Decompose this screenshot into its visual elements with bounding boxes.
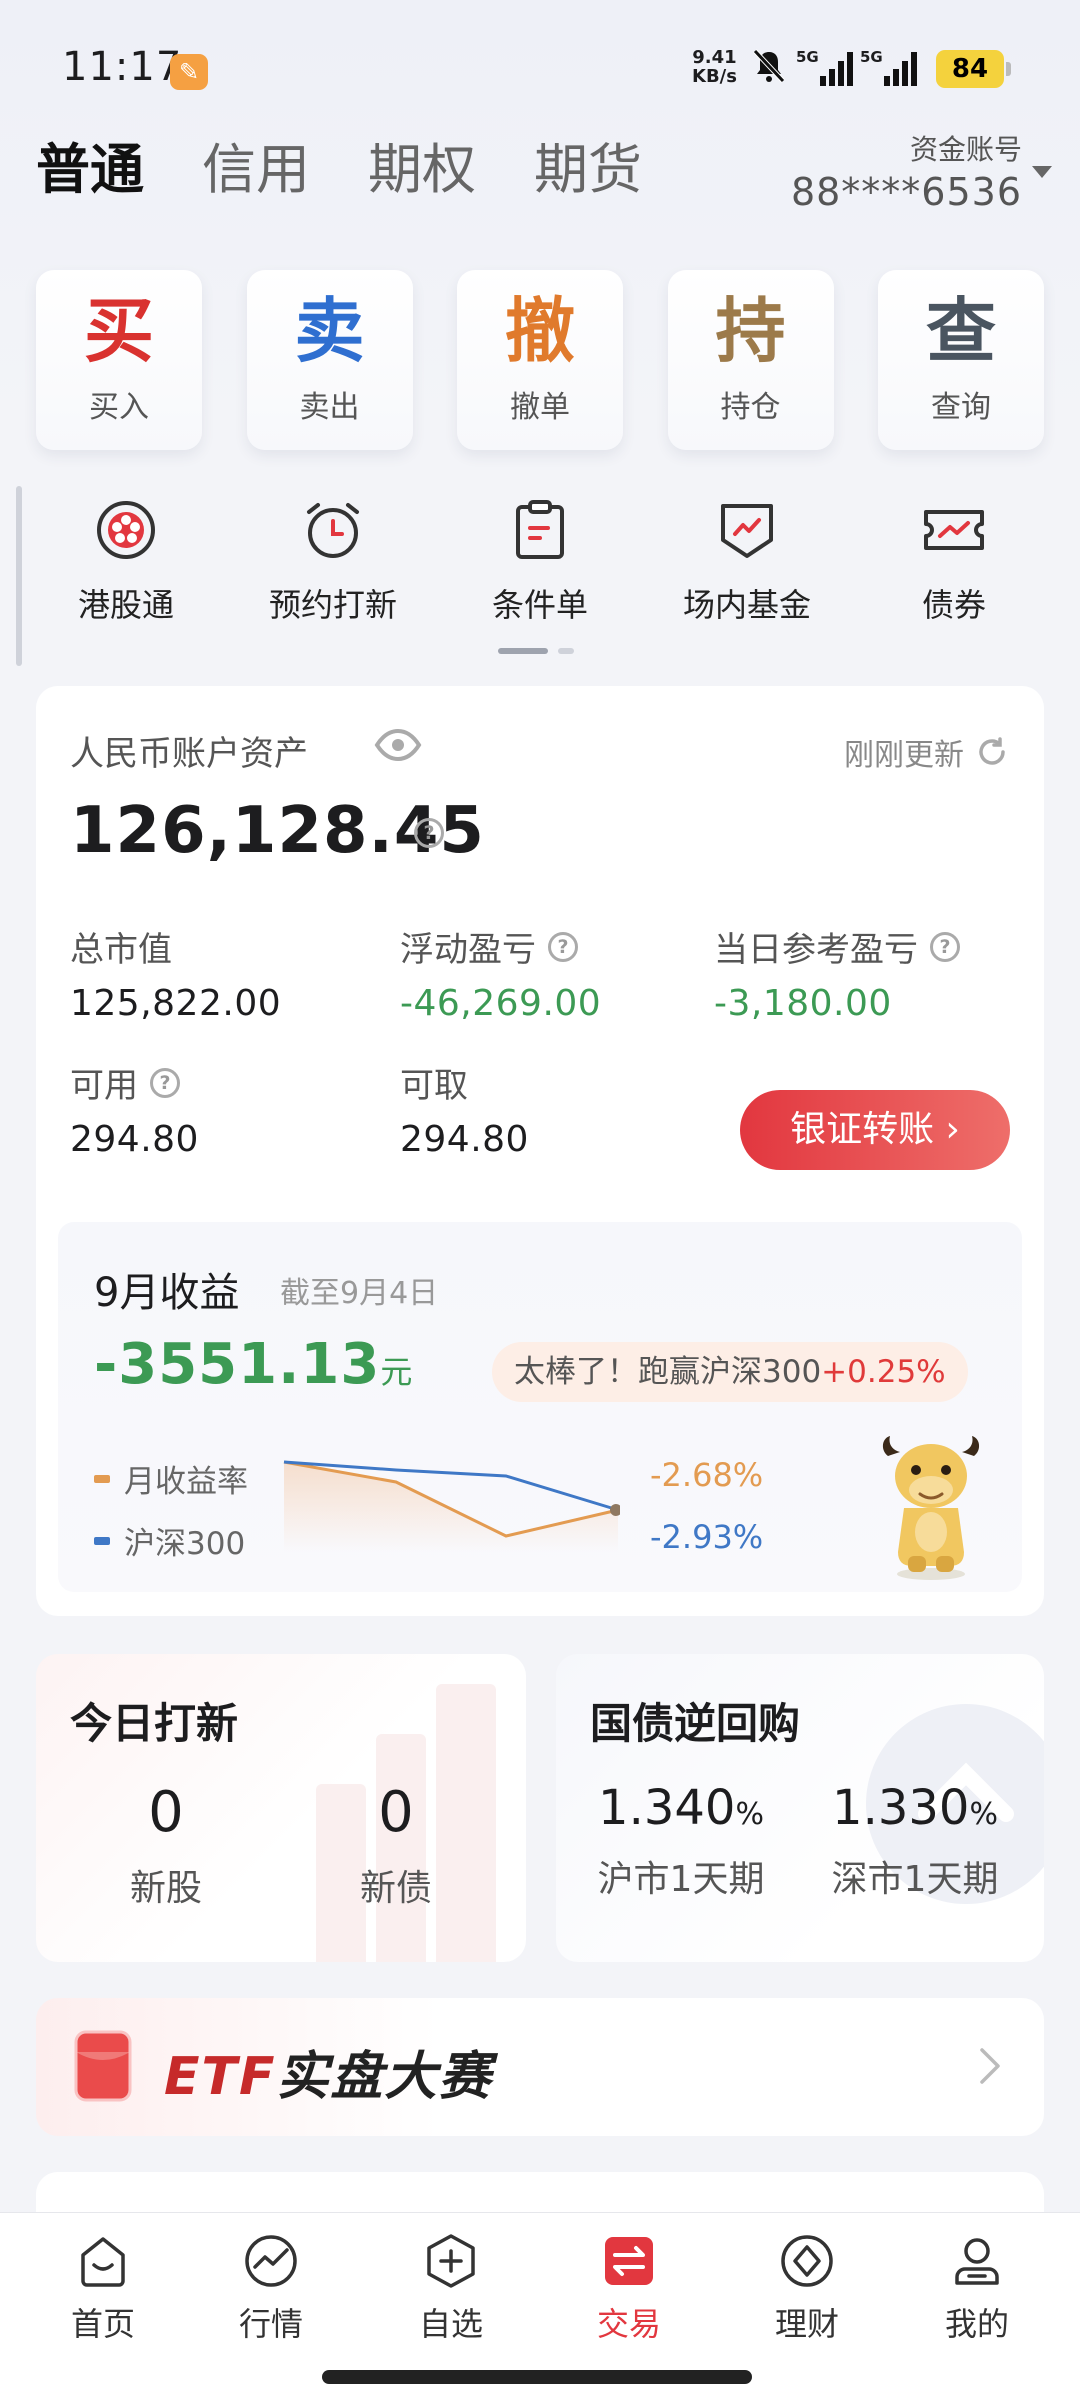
bond-ticket-icon: [924, 510, 984, 550]
home-icon: [81, 2237, 125, 2287]
ipo-title: 今日打新: [70, 1699, 239, 1748]
status-bar: 11:17 ✎ 9.41 KB/s 5G 5G 84: [0, 0, 1080, 130]
nav-profile[interactable]: 我的: [902, 2231, 1052, 2345]
ipo-today-card[interactable]: 今日打新 0 新股 0 新债: [36, 1654, 526, 1962]
service-exchange-fund[interactable]: 场内基金: [657, 498, 837, 626]
trade-actions: 买 买入 卖 卖出 撤 撤单 持 持仓 查 查询: [36, 270, 1044, 450]
repo-shenzhen-1day[interactable]: 1.330% 深市1天期: [810, 1780, 1020, 1902]
asset-title: 人民币账户资产: [70, 734, 308, 774]
trade-page: 11:17 ✎ 9.41 KB/s 5G 5G 84 普通 信用 期权 期货 资…: [0, 0, 1080, 2400]
buy-button[interactable]: 买 买入: [36, 270, 202, 450]
nav-home[interactable]: 首页: [28, 2231, 178, 2345]
sell-button[interactable]: 卖 卖出: [246, 270, 413, 450]
tab-futures[interactable]: 期货: [534, 130, 642, 210]
nav-market[interactable]: 行情: [196, 2231, 346, 2345]
etf-contest-banner[interactable]: ETF实盘大赛: [36, 1998, 1044, 2136]
sim2-label: 5G: [860, 48, 883, 66]
battery-level: 84: [936, 50, 1004, 88]
help-icon[interactable]: ?: [930, 931, 960, 962]
help-icon[interactable]: ?: [150, 1067, 180, 1098]
benchmark-bubble: 太棒了！跑赢沪深300+0.25%: [492, 1342, 968, 1402]
monthly-value: -3551.13元: [94, 1332, 414, 1397]
caret-down-icon[interactable]: [1032, 166, 1052, 178]
refresh-icon: [979, 737, 1005, 765]
legend-monthly-return: 月收益率: [94, 1456, 248, 1501]
fund-shield-icon: [721, 504, 773, 558]
tab-credit[interactable]: 信用: [202, 130, 310, 210]
red-envelope-icon: [74, 2030, 132, 2102]
account-selector[interactable]: 资金账号 88****6536: [791, 128, 1022, 214]
signal-bars-icon: [820, 52, 853, 86]
page-dot: [558, 648, 574, 654]
scroll-indicator: [16, 486, 22, 666]
service-bonds[interactable]: 债券: [864, 498, 1044, 626]
repo-shanghai-1day[interactable]: 1.340% 沪市1天期: [576, 1780, 786, 1902]
market-value: 总市值 125,822.00: [70, 930, 282, 1024]
trade-exchange-icon: [605, 2237, 653, 2285]
nav-trade[interactable]: 交易: [554, 2231, 704, 2345]
eye-icon[interactable]: [374, 728, 422, 762]
reverse-repo-card[interactable]: 国债逆回购 1.340% 沪市1天期 1.330% 深市1天期: [556, 1654, 1044, 1962]
ipo-new-bonds[interactable]: 0 新债: [326, 1780, 466, 1911]
wealth-icon: [781, 2235, 833, 2287]
asset-card: 人民币账户资产 刚刚更新 126,128.45 ? 总市值 125,822.00…: [36, 686, 1044, 1616]
sim1-label: 5G: [796, 48, 819, 66]
service-shortcuts: 港股通 预约打新 条件单 场内基金 债券: [36, 498, 1044, 626]
monthly-returns-card[interactable]: 9月收益 截至9月4日 -3551.13元 太棒了！跑赢沪深300+0.25% …: [58, 1222, 1022, 1592]
service-conditional-order[interactable]: 条件单: [450, 498, 630, 626]
legend-swatch: [94, 1474, 110, 1483]
monthly-subtitle: 截至9月4日: [280, 1276, 439, 1311]
query-button[interactable]: 查 查询: [878, 270, 1044, 450]
service-hk-connect[interactable]: 港股通: [36, 498, 216, 626]
bull-mascot-icon: [882, 1436, 980, 1580]
monthly-title: 9月收益: [94, 1270, 240, 1316]
daily-pl: 当日参考盈亏? -3,180.00: [714, 922, 960, 1024]
add-watchlist-icon: [427, 2234, 475, 2288]
positions-button[interactable]: 持 持仓: [667, 270, 834, 450]
sparkline-area: [284, 1462, 618, 1552]
cancel-order-button[interactable]: 撤 撤单: [457, 270, 623, 450]
account-type-tabs: 普通 信用 期权 期货: [36, 130, 642, 210]
account-label: 资金账号: [909, 133, 1022, 166]
status-time: 11:17: [62, 44, 183, 90]
repo-title: 国债逆回购: [590, 1699, 801, 1748]
ipo-new-stocks[interactable]: 0 新股: [96, 1780, 236, 1911]
monthly-return-value: -2.68%: [650, 1456, 764, 1494]
legend-csi300: 沪深300: [94, 1518, 245, 1563]
available-funds: 可用? 294.80: [70, 1066, 199, 1160]
hk-flower-icon: [97, 501, 155, 559]
tab-options[interactable]: 期权: [368, 130, 476, 210]
nav-wealth[interactable]: 理财: [732, 2231, 882, 2345]
market-chart-icon: [245, 2235, 297, 2287]
withdrawable-funds: 可取 294.80: [400, 1066, 529, 1160]
chevron-right-icon: [980, 2048, 1000, 2084]
csi300-value: -2.93%: [650, 1518, 764, 1556]
bell-muted-icon: [753, 49, 785, 83]
alarm-clock-icon: [307, 503, 359, 558]
battery-tip: [1006, 62, 1011, 76]
page-dot-active: [498, 648, 548, 654]
bank-transfer-button[interactable]: 银证转账 ›: [740, 1090, 1010, 1170]
etf-contest-title: ETF实盘大赛: [164, 2047, 493, 2107]
floating-pl: 浮动盈亏? -46,269.00: [400, 930, 602, 1024]
clipboard-icon: [516, 500, 564, 559]
tab-normal[interactable]: 普通: [36, 130, 144, 210]
help-icon[interactable]: ?: [414, 818, 444, 848]
refresh-status[interactable]: 刚刚更新: [844, 730, 1008, 774]
signal-bars-icon: [884, 52, 917, 86]
account-number: 88****6536: [790, 170, 1022, 214]
legend-swatch: [94, 1536, 110, 1545]
profile-icon: [955, 2238, 999, 2285]
returns-sparkline: [283, 1460, 620, 1552]
page-indicator: [498, 648, 574, 654]
service-ipo-reserve[interactable]: 预约打新: [243, 498, 423, 626]
net-speed: 9.41 KB/s: [692, 47, 737, 87]
nav-watchlist[interactable]: 自选: [376, 2231, 526, 2345]
home-gesture-indicator[interactable]: [322, 2370, 752, 2384]
app-notification-icon: ✎: [170, 54, 208, 90]
help-icon[interactable]: ?: [548, 931, 578, 962]
